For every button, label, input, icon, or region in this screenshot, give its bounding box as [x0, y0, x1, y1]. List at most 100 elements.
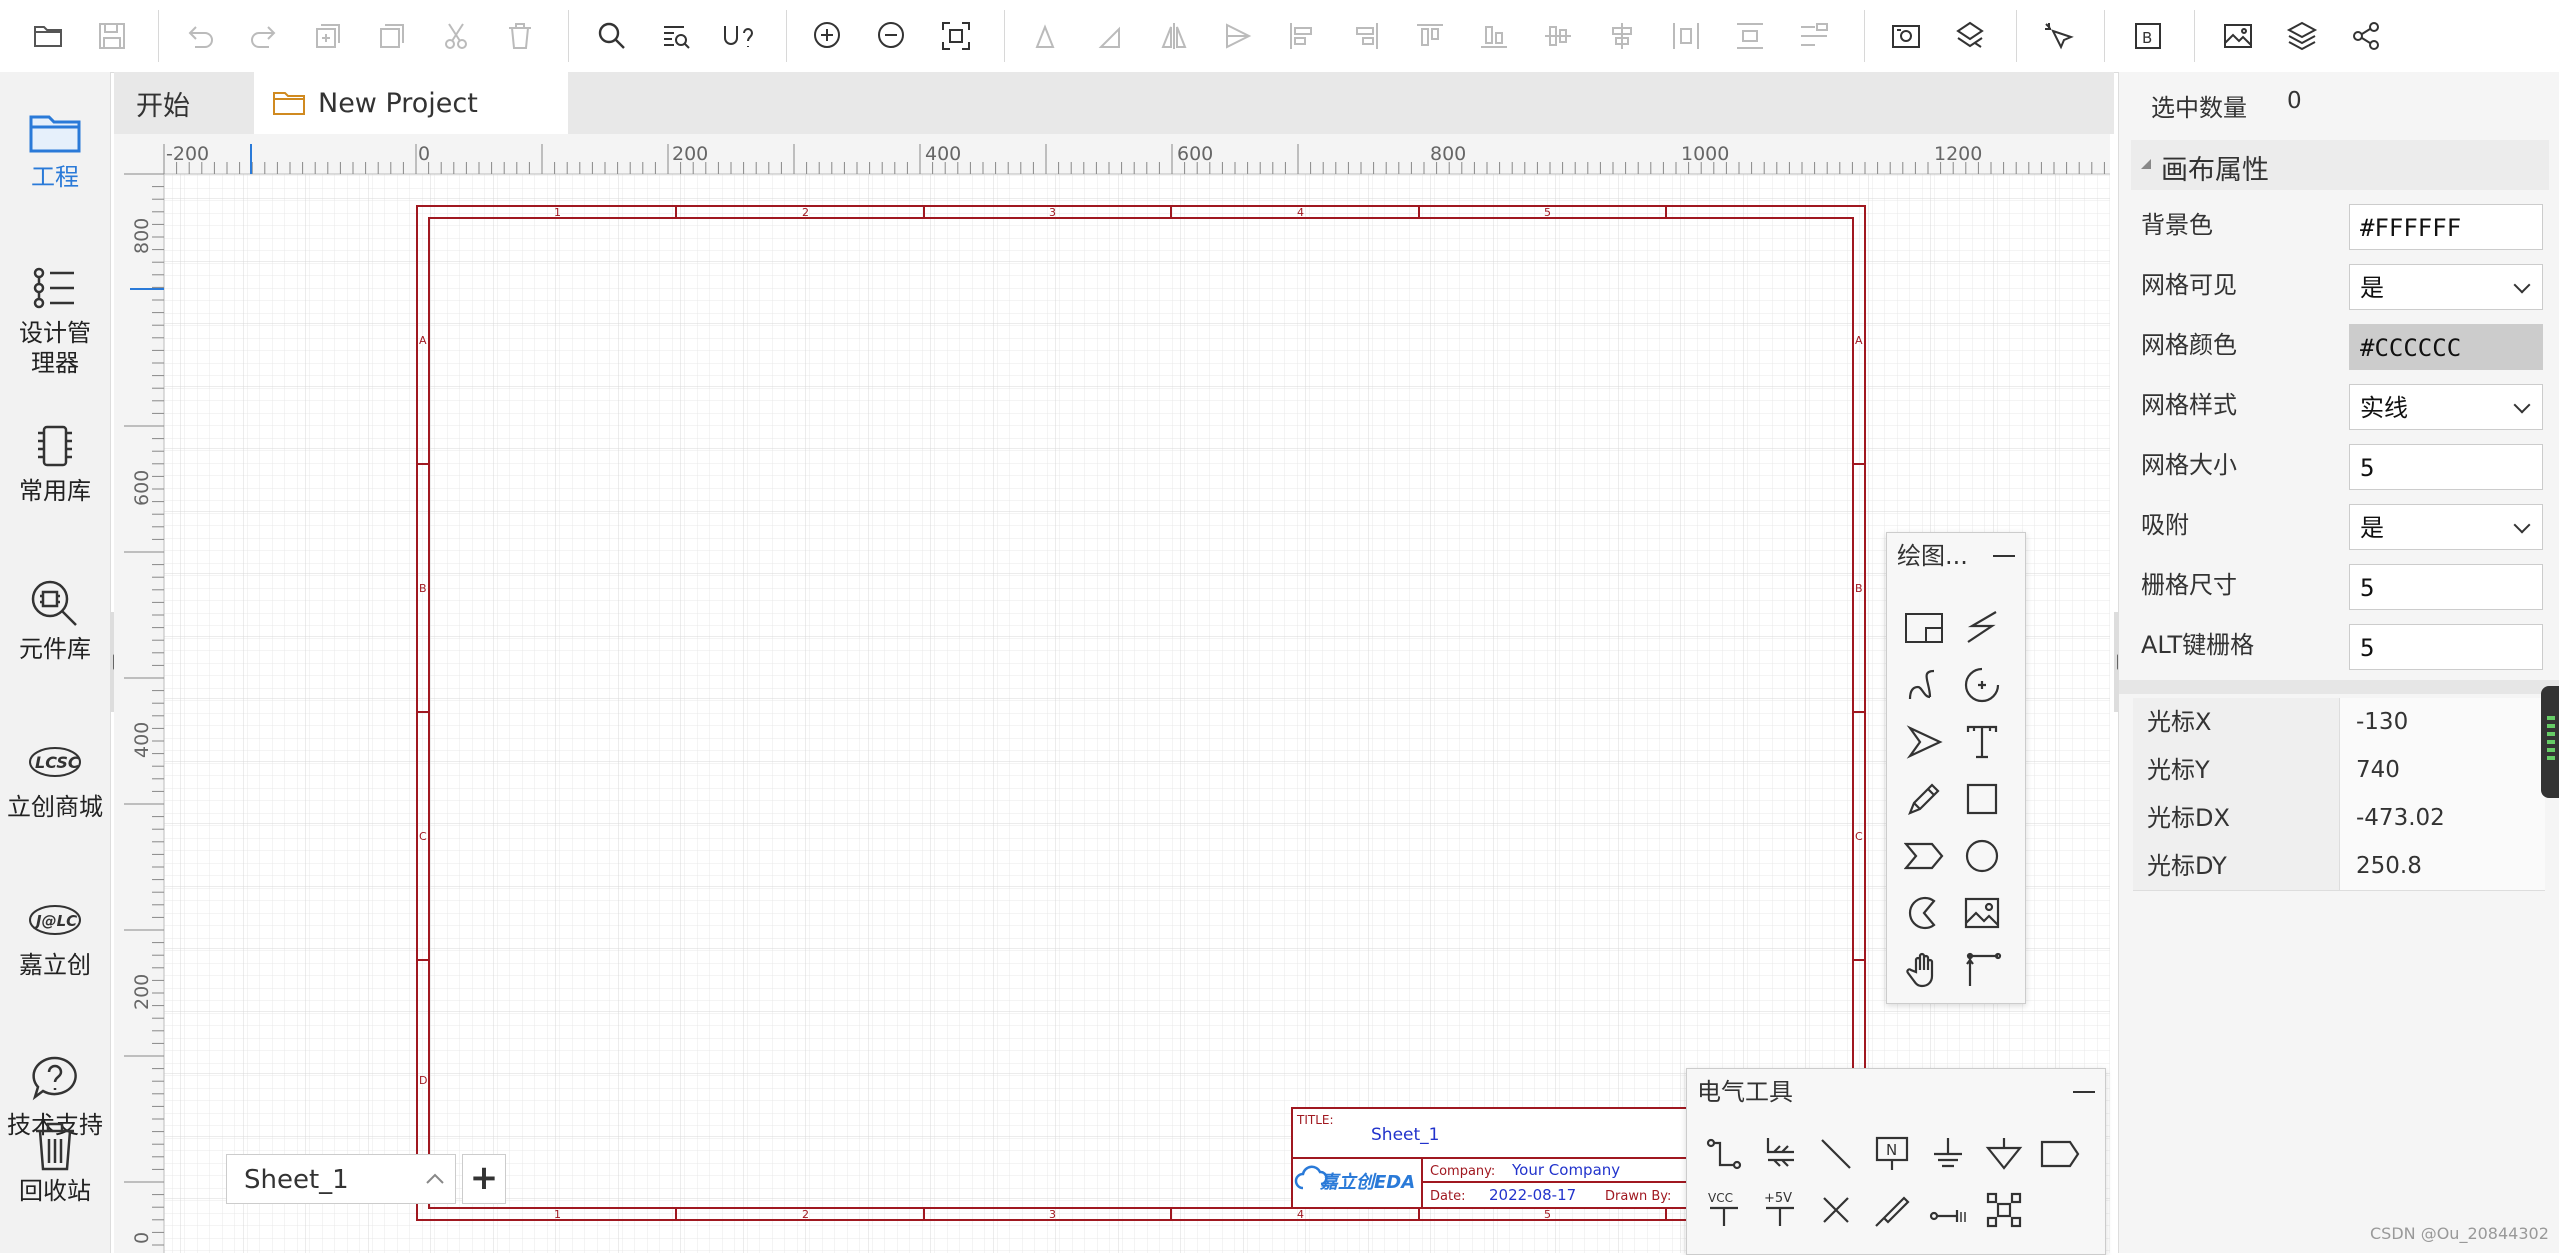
align-top-icon[interactable]	[1408, 14, 1452, 58]
sidebar-item-label: 常用库	[19, 477, 91, 505]
dimension-icon[interactable]	[1957, 945, 2007, 995]
duplicate-icon[interactable]	[306, 14, 350, 58]
bom-icon[interactable]: B	[2126, 14, 2170, 58]
search-icon[interactable]	[590, 14, 634, 58]
svg-text:D: D	[419, 1074, 427, 1087]
pin-icon[interactable]	[1923, 1185, 1973, 1235]
grid-color-input[interactable]: #CCCCCC	[2349, 324, 2543, 370]
wire-icon[interactable]	[1699, 1129, 1749, 1179]
sidebar-item-component-lib[interactable]: 元件库	[0, 574, 110, 664]
sidebar-item-design-manager[interactable]: 设计管理器	[0, 258, 110, 378]
svg-text:J@LC: J@LC	[33, 912, 77, 930]
pie-icon[interactable]	[1899, 888, 1949, 938]
arc-icon[interactable]	[1957, 660, 2007, 710]
alt-snap-input[interactable]: 5	[2349, 624, 2543, 670]
svg-text:B: B	[419, 582, 427, 595]
freehand-icon[interactable]	[1899, 774, 1949, 824]
no-connect-icon[interactable]	[1811, 1185, 1861, 1235]
share-icon[interactable]	[2344, 14, 2388, 58]
image-export-icon[interactable]	[2216, 14, 2260, 58]
add-sheet-button[interactable]: +	[462, 1154, 506, 1204]
line-icon[interactable]	[1811, 1129, 1861, 1179]
side-meter-widget[interactable]	[2541, 686, 2559, 798]
align-left-icon[interactable]	[1280, 14, 1324, 58]
image-icon[interactable]	[1957, 888, 2007, 938]
distribute-v-icon[interactable]	[1728, 14, 1772, 58]
grid-visible-select[interactable]: 是	[2349, 264, 2543, 310]
zoom-in-icon[interactable]	[806, 14, 850, 58]
svg-text:A: A	[1855, 334, 1863, 347]
text-icon[interactable]	[1957, 717, 2007, 767]
drawing-panel-header[interactable]: 绘图...	[1887, 533, 2025, 579]
grid-style-select[interactable]: 实线	[2349, 384, 2543, 430]
align-center-h-icon[interactable]	[1536, 14, 1580, 58]
chip-icon	[0, 416, 110, 476]
redo-icon[interactable]	[242, 14, 286, 58]
align-bottom-icon[interactable]	[1472, 14, 1516, 58]
circle-icon[interactable]	[1957, 831, 2007, 881]
rotate-right-icon[interactable]	[1088, 14, 1132, 58]
bg-color-input[interactable]: #FFFFFF	[2349, 204, 2543, 250]
snap-select[interactable]: 是	[2349, 504, 2543, 550]
unknown-net-icon[interactable]	[718, 14, 762, 58]
distribute-h-icon[interactable]	[1664, 14, 1708, 58]
chevron-up-icon[interactable]	[423, 1169, 447, 1189]
minimize-icon[interactable]	[2073, 1091, 2095, 1093]
prop-label: 网格大小	[2141, 451, 2237, 479]
undo-icon[interactable]	[178, 14, 222, 58]
cut-icon[interactable]	[434, 14, 478, 58]
ruler-label: 1000	[1681, 143, 1729, 165]
sidebar-item-common-lib[interactable]: 常用库	[0, 416, 110, 506]
grid-size-input[interactable]: 5	[2349, 444, 2543, 490]
ruler-label: 0	[418, 143, 430, 165]
cursor-x-value: -130	[2339, 698, 2545, 746]
snap-size-input[interactable]: 5	[2349, 564, 2543, 610]
zoom-out-icon[interactable]	[870, 14, 914, 58]
layers-icon[interactable]	[2280, 14, 2324, 58]
cursor-x-row: 光标X -130	[2133, 698, 2545, 747]
align-grid-icon[interactable]	[1792, 14, 1836, 58]
pin-ground-icon[interactable]	[1979, 1129, 2029, 1179]
cross-probe-icon[interactable]	[2036, 14, 2080, 58]
image-capture-icon[interactable]	[1884, 14, 1928, 58]
sidebar-item-trash[interactable]: 回收站	[0, 1116, 110, 1206]
polygon-icon[interactable]	[1899, 831, 1949, 881]
sidebar-item-project[interactable]: 工程	[0, 102, 110, 192]
arrowhead-icon[interactable]	[1899, 717, 1949, 767]
minimize-icon[interactable]	[1993, 555, 2015, 557]
sheet-tab[interactable]: Sheet_1	[226, 1154, 456, 1204]
convert-icon[interactable]	[1948, 14, 1992, 58]
vcc-icon[interactable]: VCC	[1699, 1185, 1749, 1235]
copy-icon[interactable]	[370, 14, 414, 58]
flip-vertical-icon[interactable]	[1216, 14, 1260, 58]
bus-icon[interactable]	[1755, 1129, 1805, 1179]
sidebar-item-jlc[interactable]: J@LC 嘉立创	[0, 890, 110, 980]
delete-icon[interactable]	[498, 14, 542, 58]
polyline-icon[interactable]	[1957, 603, 2007, 653]
rectangle-icon[interactable]	[1957, 774, 2007, 824]
find-replace-icon[interactable]	[654, 14, 698, 58]
open-folder-icon[interactable]	[26, 14, 70, 58]
electric-panel-header[interactable]: 电气工具	[1687, 1069, 2105, 1115]
ground-icon[interactable]	[1923, 1129, 1973, 1179]
pan-icon[interactable]	[1899, 945, 1949, 995]
section-header[interactable]: 画布属性	[2131, 140, 2549, 190]
net-port-icon[interactable]	[2035, 1129, 2085, 1179]
svg-text:2: 2	[802, 206, 809, 219]
net-label-icon[interactable]: N	[1867, 1129, 1917, 1179]
properties-panel: 选中数量 0 画布属性 背景色 #FFFFFF 网格可见 是 网格颜色 #CCC…	[2118, 72, 2559, 1253]
align-center-v-icon[interactable]	[1600, 14, 1644, 58]
fit-view-icon[interactable]	[934, 14, 978, 58]
tab-start[interactable]: 开始	[114, 72, 252, 134]
image-frame-icon[interactable]	[1899, 603, 1949, 653]
save-icon[interactable]	[90, 14, 134, 58]
align-right-icon[interactable]	[1344, 14, 1388, 58]
plus5v-icon[interactable]: +5V	[1755, 1185, 1805, 1235]
bezier-icon[interactable]	[1899, 660, 1949, 710]
rotate-left-icon[interactable]	[1024, 14, 1068, 58]
select-icon[interactable]	[1979, 1185, 2029, 1235]
probe-icon[interactable]	[1867, 1185, 1917, 1235]
flip-horizontal-icon[interactable]	[1152, 14, 1196, 58]
tab-new-project[interactable]: New Project	[254, 72, 568, 134]
sidebar-item-lcsc[interactable]: LCSC 立创商城	[0, 732, 110, 822]
